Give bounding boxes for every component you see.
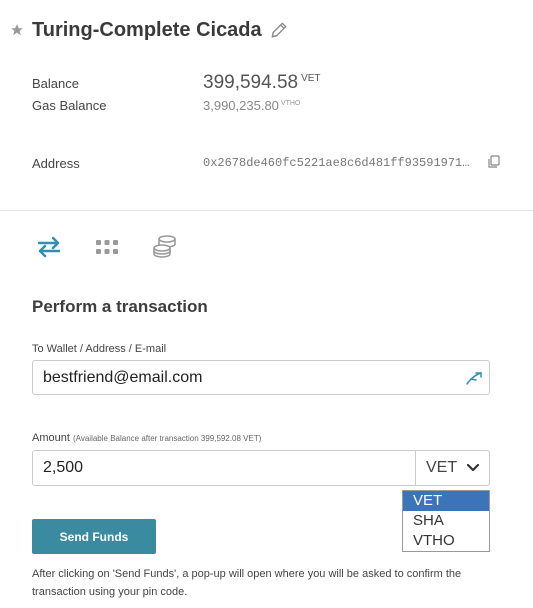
coins-stack-icon [152, 234, 178, 260]
gas-balance-unit: VTHO [280, 99, 301, 107]
gas-balance-value: 3,990,235.80 VTHO [203, 98, 300, 113]
amount-hint: (Available Balance after transaction 399… [72, 434, 262, 443]
gas-balance-amount: 3,990,235.80 [203, 98, 279, 113]
section-divider [0, 210, 533, 211]
currency-select[interactable]: VET [415, 450, 490, 486]
tab-tokens[interactable] [93, 234, 121, 260]
gas-balance-label: Gas Balance [32, 98, 107, 113]
paper-plane-icon[interactable] [465, 370, 483, 386]
amount-field[interactable] [32, 450, 417, 486]
tab-coins[interactable] [151, 234, 179, 260]
wallet-header: Turing-Complete Cicada [10, 16, 289, 44]
currency-selected: VET [426, 459, 458, 476]
help-text: After clicking on 'Send Funds', a pop-up… [32, 568, 462, 598]
to-field[interactable] [32, 360, 490, 395]
currency-option-sha[interactable]: SHA [403, 511, 489, 531]
address-value: 0x2678de460fc5221ae8c6d481ff93591971… [203, 156, 470, 170]
balance-label: Balance [32, 76, 79, 91]
section-title: Perform a transaction [32, 297, 208, 316]
currency-dropdown: VET SHA VTHO [402, 490, 490, 552]
chevron-down-icon [466, 463, 480, 473]
send-funds-button[interactable]: Send Funds [32, 519, 156, 554]
wallet-name: Turing-Complete Cicada [32, 18, 262, 41]
currency-option-vet[interactable]: VET [403, 491, 489, 511]
balance-amount: 399,594.58 [203, 72, 299, 93]
grid-icon [95, 238, 119, 256]
currency-option-vtho[interactable]: VTHO [403, 531, 489, 551]
balance-unit: VET [301, 72, 321, 84]
address-label: Address [32, 156, 80, 171]
copy-icon[interactable] [487, 155, 501, 169]
amount-label: Amount [32, 432, 70, 444]
star-icon[interactable] [10, 23, 24, 37]
amount-input[interactable] [33, 451, 413, 485]
balance-value: 399,594.58 VET [203, 72, 321, 94]
amount-field-label: Amount (Available Balance after transact… [32, 432, 261, 444]
recipient-input[interactable] [33, 361, 413, 394]
pencil-icon[interactable] [269, 20, 289, 40]
transfer-arrows-icon [36, 236, 62, 258]
to-field-label: To Wallet / Address / E-mail [32, 343, 167, 355]
tab-transfer[interactable] [35, 234, 63, 260]
